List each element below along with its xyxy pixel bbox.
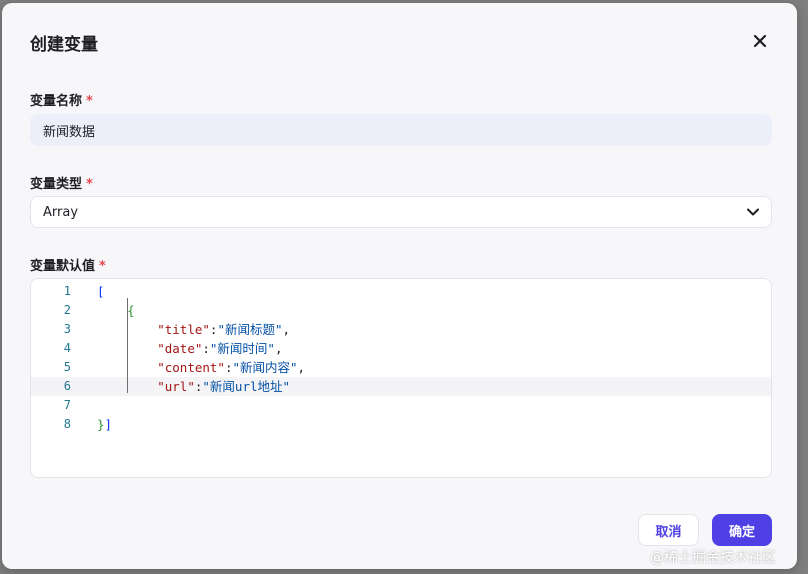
code-line[interactable]: 2 { bbox=[31, 301, 771, 320]
code-line[interactable]: 7 bbox=[31, 396, 771, 415]
default-value-label: 变量默认值 * bbox=[30, 255, 106, 274]
code-token: "title" bbox=[157, 322, 210, 337]
code-token: "url" bbox=[157, 379, 195, 394]
code-token: "新闻时间" bbox=[209, 341, 275, 356]
code-text: "title":"新闻标题", bbox=[97, 320, 290, 339]
variable-name-value: 新闻数据 bbox=[43, 124, 96, 140]
code-text: [ bbox=[97, 282, 105, 301]
code-token: , bbox=[297, 360, 306, 375]
code-token: "date" bbox=[157, 341, 203, 356]
default-value-code-editor[interactable]: 1[2 {3 "title":"新闻标题", 4 "date":"新闻时间", 5 … bbox=[30, 278, 772, 478]
code-text: { bbox=[97, 301, 135, 320]
variable-type-select[interactable]: Array bbox=[30, 196, 772, 228]
code-line[interactable]: 3 "title":"新闻标题", bbox=[31, 320, 771, 339]
default-value-label-text: 变量默认值 bbox=[30, 259, 96, 274]
code-text: "content":"新闻内容", bbox=[97, 358, 305, 377]
code-token: } bbox=[97, 417, 105, 432]
line-number: 7 bbox=[63, 398, 71, 412]
code-line[interactable]: 5 "content":"新闻内容", bbox=[31, 358, 771, 377]
code-token: { bbox=[127, 303, 135, 318]
chevron-down-icon bbox=[747, 208, 759, 216]
line-number: 3 bbox=[63, 322, 71, 336]
code-text: }] bbox=[97, 415, 112, 434]
code-token: ] bbox=[104, 417, 113, 432]
code-token: "新闻标题" bbox=[217, 322, 283, 337]
required-marker: * bbox=[99, 259, 106, 274]
variable-name-input[interactable]: 新闻数据 bbox=[30, 114, 772, 146]
code-token: "content" bbox=[157, 360, 225, 375]
close-button[interactable] bbox=[750, 31, 770, 51]
code-token: : bbox=[202, 341, 210, 356]
create-variable-dialog: 创建变量 变量名称 * 新闻数据 变量类型 * Array 变量默认值 * 1[2 {… bbox=[2, 3, 797, 569]
line-number: 5 bbox=[63, 360, 71, 374]
code-token: [ bbox=[97, 284, 105, 299]
code-token: , bbox=[274, 341, 283, 356]
code-text: "url":"新闻url地址" bbox=[97, 377, 290, 396]
code-text: "date":"新闻时间", bbox=[97, 339, 283, 358]
required-marker: * bbox=[86, 94, 93, 109]
confirm-button[interactable]: 确定 bbox=[712, 514, 772, 546]
code-line[interactable]: 6 "url":"新闻url地址" bbox=[31, 377, 771, 396]
indent-guide bbox=[127, 298, 128, 393]
variable-name-label-text: 变量名称 bbox=[30, 94, 83, 109]
code-token: "新闻内容" bbox=[232, 360, 298, 375]
code-line[interactable]: 4 "date":"新闻时间", bbox=[31, 339, 771, 358]
code-line[interactable]: 1[ bbox=[31, 282, 771, 301]
code-line[interactable]: 8}] bbox=[31, 415, 771, 434]
line-number: 6 bbox=[63, 379, 71, 393]
code-token: "新闻url地址" bbox=[202, 379, 291, 394]
line-number: 8 bbox=[63, 417, 71, 431]
dialog-title: 创建变量 bbox=[30, 35, 98, 55]
variable-type-label: 变量类型 * bbox=[30, 173, 93, 192]
code-token: , bbox=[282, 322, 291, 337]
close-icon bbox=[753, 34, 767, 48]
variable-type-label-text: 变量类型 bbox=[30, 177, 83, 192]
variable-name-label: 变量名称 * bbox=[30, 90, 93, 109]
line-number: 4 bbox=[63, 341, 71, 355]
cancel-button[interactable]: 取消 bbox=[638, 514, 699, 546]
line-number: 1 bbox=[63, 284, 71, 298]
line-number: 2 bbox=[63, 303, 71, 317]
variable-type-value: Array bbox=[43, 204, 79, 220]
watermark: @稀土掘金技术社区 bbox=[650, 550, 776, 566]
required-marker: * bbox=[86, 177, 93, 192]
